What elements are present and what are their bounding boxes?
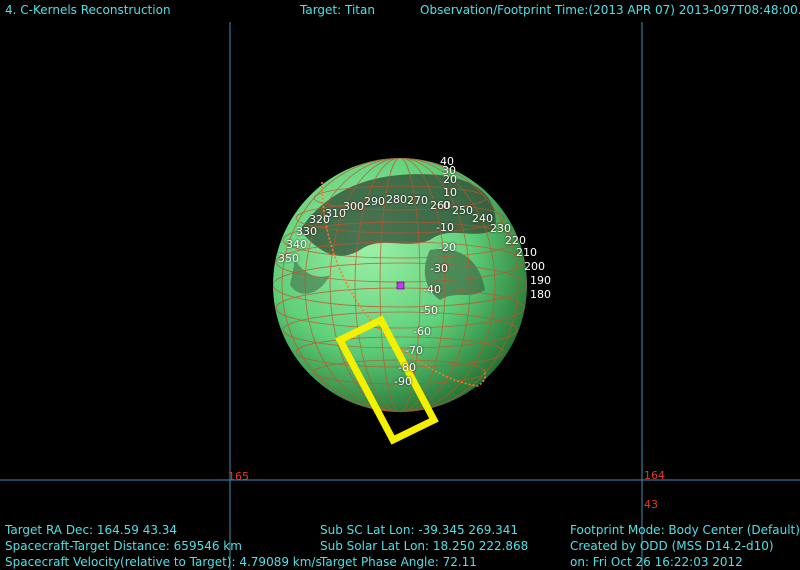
footprint-mode: Footprint Mode: Body Center (Default) bbox=[570, 523, 800, 537]
latitude-label: -40 bbox=[423, 283, 441, 296]
observation-time: Observation/Footprint Time:(2013 APR 07)… bbox=[420, 3, 800, 17]
longitude-label: 190 bbox=[530, 274, 551, 287]
window-title: 4. C-Kernels Reconstruction bbox=[5, 3, 171, 17]
dec-label: 43 bbox=[644, 498, 658, 511]
longitude-label: 180 bbox=[530, 288, 551, 301]
sub-sc-lat-lon: Sub SC Lat Lon: -39.345 269.341 bbox=[320, 523, 519, 537]
view-canvas bbox=[0, 22, 800, 570]
target-label: Target: Titan bbox=[300, 3, 375, 17]
latitude-label: -30 bbox=[430, 262, 448, 275]
longitude-label: 270 bbox=[407, 194, 428, 207]
longitude-label: 250 bbox=[452, 204, 473, 217]
latitude-label: 20 bbox=[443, 173, 457, 186]
longitude-label: 340 bbox=[286, 238, 307, 251]
ra-label-left: 165 bbox=[228, 470, 249, 483]
created-by: Created by ODD (MSS D14.2-d10) bbox=[570, 539, 774, 553]
longitude-label: 210 bbox=[516, 246, 537, 259]
ra-label-right: 164 bbox=[644, 469, 665, 482]
sub-sc-marker bbox=[396, 281, 405, 290]
latitude-label: -60 bbox=[413, 325, 431, 338]
spacecraft-target-distance: Spacecraft-Target Distance: 659546 km bbox=[5, 539, 242, 553]
latitude-label: 0 bbox=[443, 199, 450, 212]
latitude-label: -20 bbox=[438, 241, 456, 254]
longitude-label: 290 bbox=[364, 195, 385, 208]
latitude-label: -50 bbox=[420, 304, 438, 317]
longitude-label: 300 bbox=[343, 200, 364, 213]
longitude-label: 280 bbox=[386, 193, 407, 206]
latitude-label: -10 bbox=[436, 221, 454, 234]
longitude-label: 350 bbox=[278, 252, 299, 265]
latitude-label: -80 bbox=[398, 361, 416, 374]
latitude-label: 10 bbox=[443, 186, 457, 199]
latitude-label: -70 bbox=[405, 344, 423, 357]
target-ra-dec: Target RA Dec: 164.59 43.34 bbox=[5, 523, 178, 537]
spacecraft-velocity: Spacecraft Velocity(relative to Target):… bbox=[5, 555, 322, 569]
longitude-label: 200 bbox=[524, 260, 545, 273]
target-phase-angle: Target Phase Angle: 72.11 bbox=[320, 555, 477, 569]
longitude-label: 330 bbox=[296, 225, 317, 238]
sub-solar-lat-lon: Sub Solar Lat Lon: 18.250 222.868 bbox=[320, 539, 529, 553]
latitude-label: -90 bbox=[394, 375, 412, 388]
created-on: on: Fri Oct 26 16:22:03 2012 bbox=[570, 555, 743, 569]
